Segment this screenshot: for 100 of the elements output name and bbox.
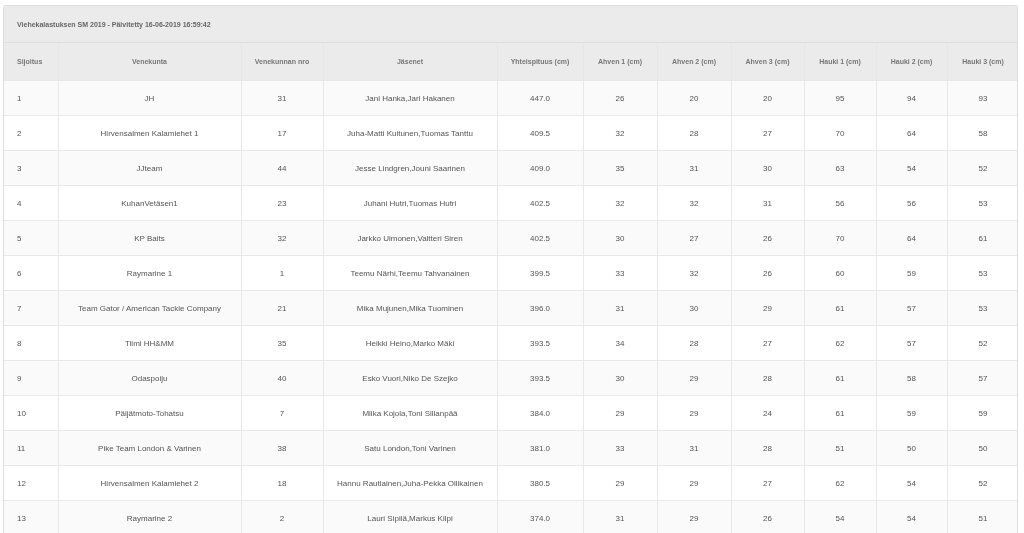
table-cell: 34 — [583, 325, 657, 361]
table-cell: 26 — [731, 255, 804, 291]
table-cell: 61 — [947, 220, 1017, 256]
table-cell: 409.5 — [497, 115, 583, 151]
table-cell: Jani Hanka,Jari Hakanen — [323, 80, 497, 116]
table-cell: 27 — [731, 465, 804, 501]
table-cell: 23 — [241, 185, 323, 221]
table-cell: KuhanVetäsen1 — [58, 185, 241, 221]
table-cell: 402.5 — [497, 220, 583, 256]
table-cell: JH — [58, 80, 241, 116]
table-cell: 60 — [804, 255, 876, 291]
table-cell: 30 — [583, 220, 657, 256]
table-cell: 409.0 — [497, 150, 583, 186]
table-cell: 384.0 — [497, 395, 583, 431]
table-cell: Hannu Rautiainen,Juha-Pekka Ollikainen — [323, 465, 497, 501]
table-cell: 399.5 — [497, 255, 583, 291]
table-cell: 32 — [583, 115, 657, 151]
table-cell: 29 — [583, 465, 657, 501]
table-cell: 27 — [731, 115, 804, 151]
table-cell: 2 — [241, 500, 323, 533]
table-cell: 35 — [241, 325, 323, 361]
table-cell: 28 — [657, 325, 731, 361]
table-cell: KP Baits — [58, 220, 241, 256]
table-cell: 31 — [583, 500, 657, 533]
table-cell: 57 — [876, 325, 947, 361]
table-cell: 21 — [241, 290, 323, 326]
table-cell: 61 — [804, 360, 876, 396]
table-cell: 56 — [804, 185, 876, 221]
table-cell: 380.5 — [497, 465, 583, 501]
table-cell: 32 — [657, 185, 731, 221]
table-cell: 50 — [876, 430, 947, 466]
table-cell: 31 — [731, 185, 804, 221]
table-cell: 32 — [241, 220, 323, 256]
table-cell: 396.0 — [497, 290, 583, 326]
table-cell: 59 — [876, 395, 947, 431]
table-cell: 57 — [947, 360, 1017, 396]
table-cell: 35 — [583, 150, 657, 186]
table-cell: 29 — [657, 360, 731, 396]
table-cell: 38 — [241, 430, 323, 466]
table-cell: 58 — [876, 360, 947, 396]
table-cell: 30 — [657, 290, 731, 326]
table-cell: 32 — [657, 255, 731, 291]
table-cell: 7 — [241, 395, 323, 431]
table-cell: 70 — [804, 115, 876, 151]
table-cell: Juhani Hutri,Tuomas Hutri — [323, 185, 497, 221]
table-cell: 4 — [4, 185, 58, 221]
table-cell: 33 — [583, 255, 657, 291]
table-cell: 31 — [583, 290, 657, 326]
table-cell: 29 — [657, 395, 731, 431]
table-cell: Juha-Matti Kuitunen,Tuomas Tanttu — [323, 115, 497, 151]
table-cell: Raymarine 1 — [58, 255, 241, 291]
table-cell: 31 — [657, 430, 731, 466]
table-cell: 31 — [657, 150, 731, 186]
table-cell: 61 — [804, 290, 876, 326]
table-cell: 54 — [876, 465, 947, 501]
table-cell: 7 — [4, 290, 58, 326]
table-cell: 17 — [241, 115, 323, 151]
table-cell: 32 — [583, 185, 657, 221]
table-cell: 6 — [4, 255, 58, 291]
table-cell: 51 — [804, 430, 876, 466]
table-cell: Päijätmoto-Tohatsu — [58, 395, 241, 431]
table-cell: 393.5 — [497, 360, 583, 396]
table-cell: 57 — [876, 290, 947, 326]
table-cell: 12 — [4, 465, 58, 501]
table-cell: Miika Kojola,Toni Sillanpää — [323, 395, 497, 431]
table-cell: 93 — [947, 80, 1017, 116]
table-cell: 3 — [4, 150, 58, 186]
table-cell: JJteam — [58, 150, 241, 186]
table-cell: 26 — [583, 80, 657, 116]
table-cell: 61 — [804, 395, 876, 431]
table-cell: 374.0 — [497, 500, 583, 533]
table-cell: 33 — [583, 430, 657, 466]
table-cell: 20 — [657, 80, 731, 116]
table-cell: Hirvensalmen Kalamiehet 2 — [58, 465, 241, 501]
table-cell: 20 — [731, 80, 804, 116]
table-cell: Mika Mujunen,Mika Tuominen — [323, 290, 497, 326]
table-cell: 2 — [4, 115, 58, 151]
table-cell: 26 — [731, 500, 804, 533]
table-cell: 1 — [241, 255, 323, 291]
table-cell: 28 — [657, 115, 731, 151]
table-cell: 28 — [731, 430, 804, 466]
table-cell: 64 — [876, 220, 947, 256]
table-cell: Heikki Heino,Marko Mäki — [323, 325, 497, 361]
table-cell: 59 — [876, 255, 947, 291]
table-cell: 62 — [804, 325, 876, 361]
table-cell: Hirvensalmen Kalamiehet 1 — [58, 115, 241, 151]
table-cell: 13 — [4, 500, 58, 533]
table-cell: 94 — [876, 80, 947, 116]
table-cell: 9 — [4, 360, 58, 396]
table-cell: 40 — [241, 360, 323, 396]
table-cell: 10 — [4, 395, 58, 431]
table-cell: 63 — [804, 150, 876, 186]
table-cell: 27 — [657, 220, 731, 256]
table-cell: 64 — [876, 115, 947, 151]
table-cell: 11 — [4, 430, 58, 466]
table-cell: 28 — [731, 360, 804, 396]
table-cell: 393.5 — [497, 325, 583, 361]
table-cell: Pike Team London & Varinen — [58, 430, 241, 466]
table-cell: 30 — [583, 360, 657, 396]
table-cell: 56 — [876, 185, 947, 221]
